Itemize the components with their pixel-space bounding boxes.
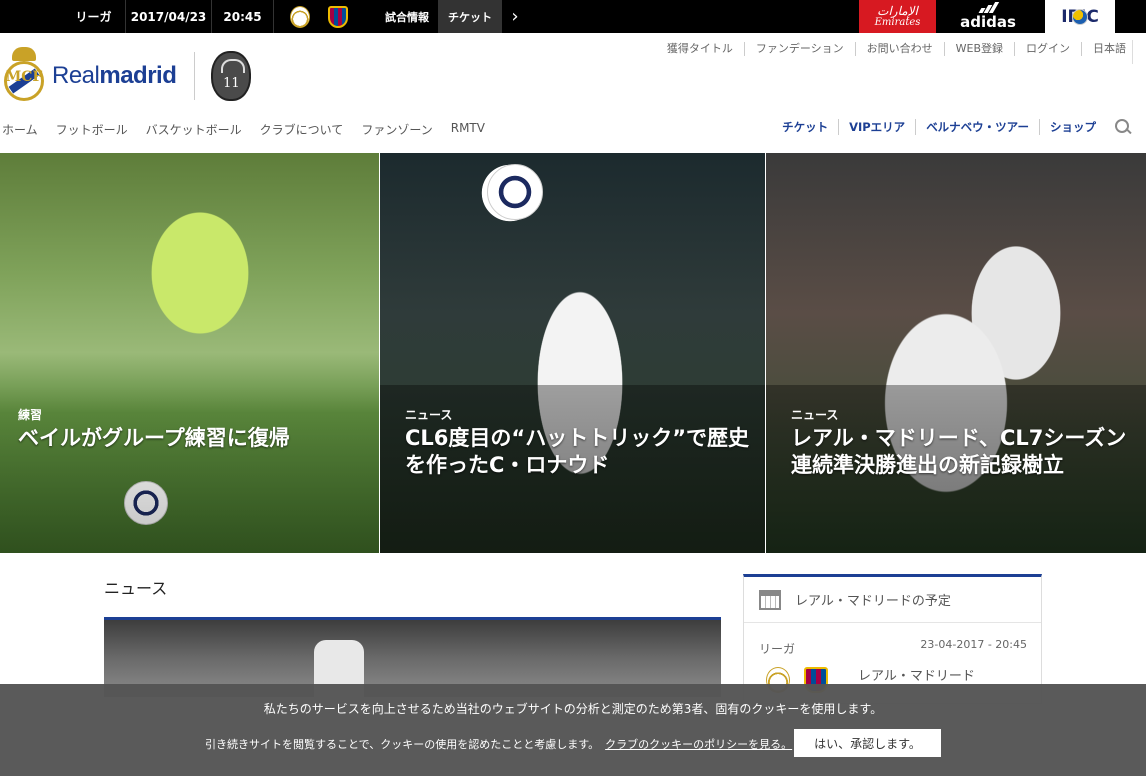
language-selector[interactable]: 日本語 bbox=[1081, 42, 1126, 56]
util-link-login[interactable]: ログイン bbox=[1014, 42, 1081, 56]
schedule-header: レアル・マドリードの予定 bbox=[744, 577, 1041, 623]
cookie-consent-message: 引き続きサイトを閲覧することで、クッキーの使用を認めたことと考慮します。 bbox=[205, 738, 600, 751]
util-link-register[interactable]: WEB登録 bbox=[943, 42, 1014, 56]
schedule-title: レアル・マドリードの予定 bbox=[795, 594, 951, 609]
utility-scroll-edge bbox=[1132, 40, 1146, 64]
emirates-wordmark: Emirates bbox=[874, 17, 921, 28]
hero-carousel: 練習 ベイルがグループ練習に復帰 ニュース CL6度目の“ハットトリック”で歴史… bbox=[0, 153, 1146, 553]
hero-card-title[interactable]: レアル・マドリード、CL7シーズン連続準決勝進出の新記録樹立 bbox=[791, 425, 1130, 479]
schedule-team: レアル・マドリード bbox=[858, 669, 975, 684]
adidas-sponsor-logo[interactable]: adidas bbox=[936, 0, 1040, 33]
match-competition: リーガ bbox=[62, 0, 126, 33]
util-link-foundation[interactable]: ファンデーション bbox=[743, 42, 855, 56]
hero-card-title[interactable]: ベイルがグループ練習に復帰 bbox=[18, 425, 363, 452]
nav-item-shop[interactable]: ショップ bbox=[1039, 119, 1106, 135]
nav-item-tour[interactable]: ベルナベウ・ツアー bbox=[915, 119, 1039, 135]
secondary-nav: チケット VIPエリア ベルナベウ・ツアー ショップ bbox=[772, 118, 1132, 136]
hero-card-category: ニュース bbox=[791, 408, 839, 422]
adidas-stripes-icon bbox=[978, 2, 1000, 13]
match-info-link[interactable]: 試合情報 bbox=[376, 0, 438, 33]
hero-card[interactable]: ニュース CL6度目の“ハットトリック”で歴史を作ったC・ロナウド bbox=[380, 153, 766, 553]
nav-item-fanzone[interactable]: ファンゾーン bbox=[361, 121, 432, 138]
schedule-competition: リーガ bbox=[759, 642, 796, 656]
nav-item-club[interactable]: クラブについて bbox=[260, 121, 344, 138]
main-nav: ホーム フットボール バスケットボール クラブについて ファンゾーン RMTV bbox=[2, 121, 503, 138]
hero-card[interactable]: ニュース レアル・マドリード、CL7シーズン連続準決勝進出の新記録樹立 bbox=[766, 153, 1146, 553]
football-image bbox=[487, 164, 543, 220]
real-madrid-crest-icon: MCF bbox=[4, 47, 44, 105]
emirates-emblem-icon: الإمارات bbox=[877, 4, 918, 18]
cookie-banner: 私たちのサービスを向上させるため当社のウェブサイトの分析と測定のため第3者、固有… bbox=[0, 684, 1146, 776]
calendar-icon bbox=[759, 589, 781, 610]
emirates-sponsor-logo[interactable]: الإمارات Emirates bbox=[859, 0, 936, 33]
nav-item-home[interactable]: ホーム bbox=[2, 121, 38, 138]
match-date: 2017/04/23 bbox=[126, 0, 212, 33]
hero-card[interactable]: 練習 ベイルがグループ練習に復帰 bbox=[0, 153, 380, 553]
real-madrid-crest-icon bbox=[290, 5, 310, 28]
hero-card-title[interactable]: CL6度目の“ハットトリック”で歴史を作ったC・ロナウド bbox=[405, 425, 749, 479]
match-ticket-link[interactable]: チケット bbox=[438, 0, 502, 33]
util-link-titles[interactable]: 獲得タイトル bbox=[656, 42, 744, 56]
nav-item-tickets[interactable]: チケット bbox=[772, 119, 838, 135]
ipic-sponsor-logo[interactable]: IPIC bbox=[1045, 0, 1115, 33]
schedule-datetime: 23-04-2017 - 20:45 bbox=[920, 638, 1027, 651]
barcelona-crest-icon bbox=[328, 5, 348, 28]
utility-nav: 獲得タイトル ファンデーション お問い合わせ WEB登録 ログイン 日本語 bbox=[656, 42, 1126, 56]
nav-item-vip[interactable]: VIPエリア bbox=[838, 119, 915, 135]
match-crests bbox=[274, 0, 364, 33]
logo-divider bbox=[194, 52, 196, 100]
cookie-policy-link[interactable]: クラブのクッキーのポリシーを見る。 bbox=[605, 738, 792, 751]
search-icon[interactable] bbox=[1114, 118, 1132, 136]
chevron-right-icon[interactable]: › bbox=[502, 0, 528, 33]
nav-item-rmtv[interactable]: RMTV bbox=[451, 121, 485, 138]
util-link-contact[interactable]: お問い合わせ bbox=[854, 42, 944, 56]
nav-item-football[interactable]: フットボール bbox=[56, 121, 128, 138]
match-time: 20:45 bbox=[212, 0, 274, 33]
cookie-consent-text: 引き続きサイトを閲覧することで、クッキーの使用を認めたことと考慮します。 クラブの… bbox=[205, 736, 792, 752]
eleven-trophies-badge[interactable]: 11 bbox=[211, 51, 252, 101]
site-logo[interactable]: MCF Realmadrid 11 bbox=[4, 46, 252, 106]
cookie-accept-button[interactable]: はい、承認します。 bbox=[794, 729, 941, 757]
adidas-wordmark: adidas bbox=[960, 13, 1016, 31]
hero-card-category: 練習 bbox=[18, 408, 43, 422]
cookie-message: 私たちのサービスを向上させるため当社のウェブサイトの分析と測定のため第3者、固有… bbox=[263, 702, 883, 716]
hero-card-category: ニュース bbox=[405, 408, 453, 422]
news-section-title: ニュース bbox=[104, 579, 168, 598]
brand-wordmark: Realmadrid bbox=[52, 62, 177, 89]
ipic-globe-icon bbox=[1072, 8, 1088, 25]
match-bar: リーガ 2017/04/23 20:45 試合情報 チケット › الإمارا… bbox=[0, 0, 1146, 33]
nav-item-basketball[interactable]: バスケットボール bbox=[146, 121, 242, 138]
